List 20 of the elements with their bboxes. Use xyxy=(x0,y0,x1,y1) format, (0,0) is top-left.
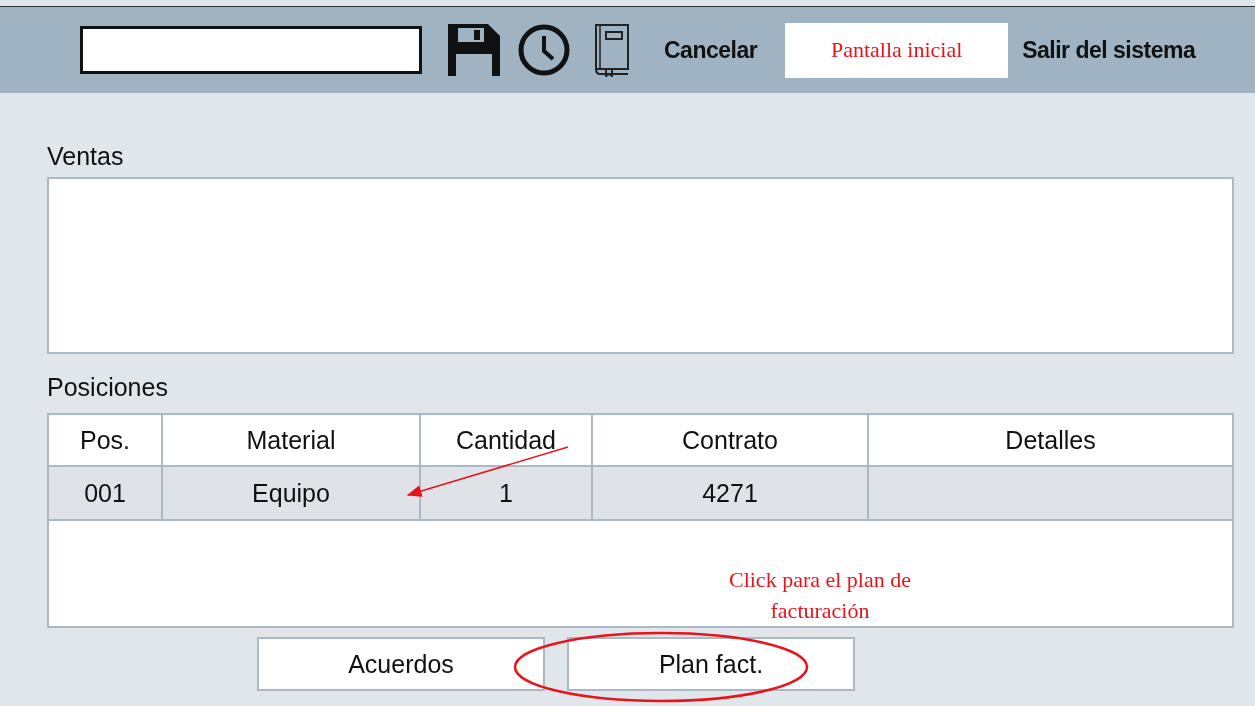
save-icon[interactable] xyxy=(448,24,500,76)
section-title: Posiciones xyxy=(47,372,168,402)
column-header: Pos. xyxy=(49,415,163,467)
clock-icon[interactable] xyxy=(518,24,570,76)
table-cell: 1 xyxy=(421,467,593,521)
table-cell: 4271 xyxy=(593,467,869,521)
table-cell: 001 xyxy=(49,467,163,521)
table-cell: Equipo xyxy=(163,467,421,521)
text-field[interactable] xyxy=(80,26,422,74)
column-header: Material xyxy=(163,415,421,467)
toolbar-link[interactable]: Cancelar xyxy=(664,36,758,64)
section-title: Ventas xyxy=(47,141,124,171)
book-icon[interactable] xyxy=(592,23,630,77)
annotation-note: Click para el plan de facturación xyxy=(727,566,912,625)
column-header: Cantidad xyxy=(421,415,593,467)
action-button[interactable]: Plan fact. xyxy=(567,637,855,691)
column-header: Contrato xyxy=(593,415,869,467)
toolbar-link[interactable]: Salir del sistema xyxy=(1022,36,1196,64)
home-button[interactable]: Pantalla inicial xyxy=(785,22,1009,78)
action-button[interactable]: Acuerdos xyxy=(257,637,545,691)
